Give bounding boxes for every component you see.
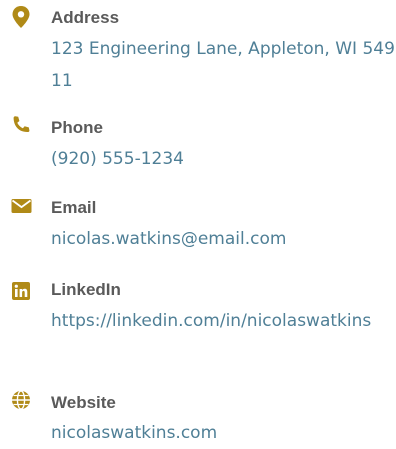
phone-value: (920) 555-1234 [51, 149, 184, 169]
contact-item-website: Website nicolaswatkins.com [0, 383, 396, 448]
website-value[interactable]: nicolaswatkins.com [51, 417, 396, 449]
website-label: Website [51, 393, 116, 412]
linkedin-value[interactable]: https://linkedin.com/in/nicolaswatkins [51, 305, 396, 337]
contact-item-address: Address 123 Engineering Lane, Appleton, … [0, 0, 396, 100]
contact-list: Address 123 Engineering Lane, Appleton, … [0, 0, 396, 448]
contact-item-email: Email nicolas.watkins@email.com [0, 190, 396, 265]
linkedin-label: LinkedIn [51, 280, 121, 299]
map-pin-icon [10, 6, 32, 28]
address-label: Address [51, 8, 120, 27]
phone-icon [10, 114, 32, 136]
globe-icon [10, 389, 32, 411]
address-value: 123 Engineering Lane, Appleton, WI 54911 [51, 39, 395, 91]
email-value: nicolas.watkins@email.com [51, 229, 287, 249]
email-label: Email [51, 198, 97, 217]
contact-item-linkedin: LinkedIn https://linkedin.com/in/nicolas… [0, 272, 396, 372]
contact-item-phone: Phone (920) 555-1234 [0, 110, 396, 190]
phone-label: Phone [51, 118, 103, 137]
linkedin-icon [10, 280, 32, 302]
envelope-icon [10, 195, 32, 217]
